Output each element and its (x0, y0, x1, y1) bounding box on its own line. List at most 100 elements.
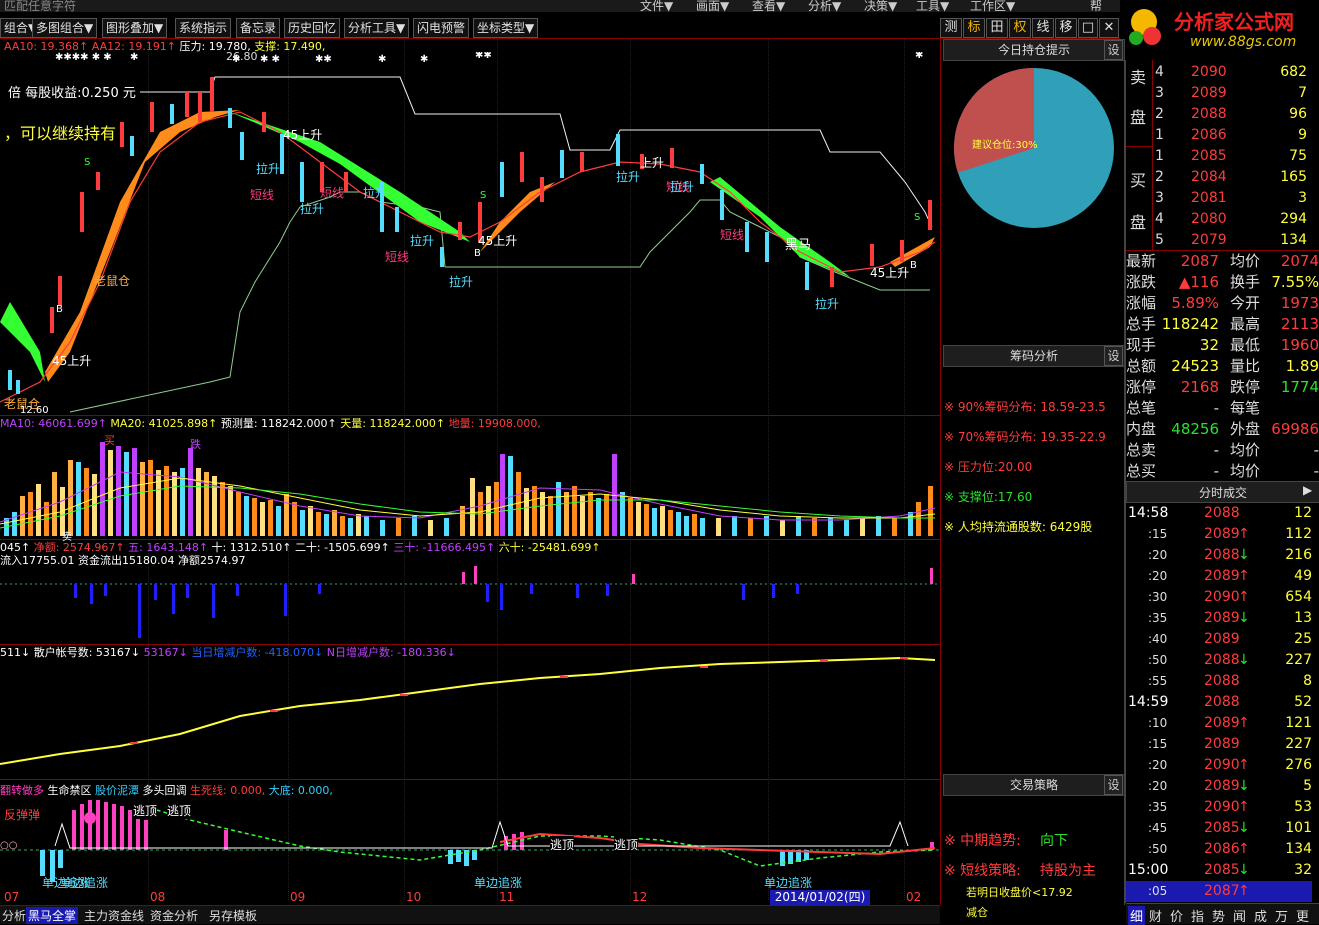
quote-value: 1960 (1280, 336, 1319, 354)
x-axis-label: 11 (499, 890, 515, 904)
tab-save-template[interactable]: 另存模板 (207, 907, 259, 924)
escape-top-label: 逃顶 (550, 836, 575, 853)
tick-row[interactable]: :30 2090 ↑ 654 (1126, 587, 1312, 608)
tick-row[interactable]: :50 2086 ↑ 134 (1126, 839, 1312, 860)
sell-row[interactable]: 3 2089 7 (1155, 83, 1315, 104)
menu-view[interactable]: 查看▼ (752, 0, 785, 12)
quote-row: 涨停 2168 跌停 1774 (1126, 377, 1319, 398)
tick-row[interactable]: :50 2088 ↓ 227 (1126, 650, 1312, 671)
multi-chart-button[interactable]: 多图组合▼ (32, 18, 98, 38)
tick-row[interactable]: 15:00 2085 ↓ 32 (1126, 860, 1312, 881)
sell-row[interactable]: 4 2090 682 (1155, 62, 1315, 83)
sell-level: 3 (1155, 85, 1164, 101)
tick-row[interactable]: :35 2090 ↑ 53 (1126, 797, 1312, 818)
window-button[interactable]: □ (1078, 18, 1098, 38)
tick-volume: 5 (1303, 778, 1312, 794)
tick-row[interactable]: :20 2089 ↓ 5 (1126, 776, 1312, 797)
right-tab-5[interactable]: 闻 (1233, 906, 1246, 925)
buy-volume: 134 (1280, 232, 1307, 248)
tick-row[interactable]: :45 2085 ↓ 101 (1126, 818, 1312, 839)
menu-help[interactable]: 帮 (1090, 0, 1102, 12)
tab-dark-horse[interactable]: 黑马全掌 (26, 907, 79, 924)
buy-row[interactable]: 1 2085 75 (1155, 146, 1315, 167)
memo-button[interactable]: 备忘录 (236, 18, 281, 38)
tick-row[interactable]: :20 2089 ↑ 49 (1126, 566, 1312, 587)
chip-settings-button[interactable]: 设 (1104, 346, 1123, 366)
tick-time: :40 (1148, 632, 1168, 646)
tick-row[interactable]: :20 2090 ↑ 276 (1126, 755, 1312, 776)
tab-analysis[interactable]: 分析 (0, 907, 28, 924)
strategy-settings-button[interactable]: 设 (1104, 775, 1123, 795)
sell-row[interactable]: 2 2088 96 (1155, 104, 1315, 125)
annotation-label: S (84, 157, 91, 168)
low-price-label: 12.60 (20, 405, 49, 416)
overlay-button[interactable]: 图形叠加▼ (102, 18, 168, 38)
analysis-tools-button[interactable]: 分析工具▼ (344, 18, 410, 38)
tick-row[interactable]: :10 2089 ↑ 121 (1126, 713, 1312, 734)
bottom-tab-bar: 分析 黑马全掌 主力资金线 资金分析 另存模板 (0, 905, 940, 924)
tab-main-capital[interactable]: 主力资金线 (82, 907, 146, 924)
tick-row[interactable]: :05 2087 ↑ (1126, 881, 1312, 902)
tick-row[interactable]: 14:58 2088 12 (1126, 503, 1312, 524)
menu-file[interactable]: 文件▼ (640, 0, 673, 12)
rights-button[interactable]: 权 (1009, 18, 1031, 38)
right-tab-6[interactable]: 成 (1254, 906, 1267, 925)
quote-row: 总买 - 均价 - (1126, 461, 1319, 482)
tick-volume: 12 (1294, 505, 1312, 521)
right-tab-2[interactable]: 价 (1170, 906, 1183, 925)
ticks-header: 分时成交 ▶ (1126, 481, 1319, 503)
tick-row[interactable]: :40 2089 25 (1126, 629, 1312, 650)
hold-settings-button[interactable]: 设 (1104, 40, 1123, 60)
ticks-toggle-icon[interactable]: ▶ (1303, 483, 1312, 497)
menu-decision[interactable]: 决策▼ (864, 0, 897, 12)
volume-indicator-line: MA10: 46061.699↑ MA20: 41025.898↑ 预测量: 1… (0, 417, 541, 431)
close-icon[interactable]: ✕ (1099, 18, 1119, 38)
tick-row[interactable]: :15 2089 ↑ 112 (1126, 524, 1312, 545)
right-tab-1[interactable]: 财 (1149, 906, 1162, 925)
tick-time: :35 (1148, 611, 1168, 625)
axis-type-button[interactable]: 坐标类型▼ (473, 18, 539, 38)
buy-level: 1 (1155, 148, 1164, 164)
tick-row[interactable]: :15 2089 227 (1126, 734, 1312, 755)
tick-volume: 101 (1285, 820, 1312, 836)
svg-text:✱✱✱✱ ✱ ✱: ✱✱✱✱ ✱ ✱ (55, 52, 112, 63)
menu-analysis[interactable]: 分析▼ (808, 0, 841, 12)
buy-row[interactable]: 2 2084 165 (1155, 167, 1315, 188)
right-tab-7[interactable]: 万 (1275, 906, 1288, 925)
buy-row[interactable]: 5 2079 134 (1155, 230, 1315, 251)
flash-alert-button[interactable]: 闪电预警 (413, 18, 470, 38)
short-strategy-key: ※ 短线策略: (944, 863, 1021, 879)
menu-screen[interactable]: 画面▼ (696, 0, 729, 12)
search-hint[interactable]: 匹配任意字符 (4, 0, 76, 12)
grid-button[interactable]: 田 (986, 18, 1008, 38)
right-tab-4[interactable]: 势 (1212, 906, 1225, 925)
annotation-label: 短线 (250, 188, 275, 202)
up-arrow-icon: ↑ (1238, 715, 1250, 731)
tick-row[interactable]: :20 2088 ↓ 216 (1126, 545, 1312, 566)
mark-button[interactable]: 标 (963, 18, 985, 38)
ma10-label: MA10: 46061.699↑ (0, 417, 107, 430)
tab-capital-analysis[interactable]: 资金分析 (148, 907, 200, 924)
quote-key: 最低 (1230, 336, 1261, 354)
history-button[interactable]: 历史回忆 (284, 18, 341, 38)
menu-tools[interactable]: 工具▼ (916, 0, 949, 12)
tick-row[interactable]: :35 2089 ↓ 13 (1126, 608, 1312, 629)
menu-workspace[interactable]: 工作区▼ (970, 0, 1015, 12)
tick-row[interactable]: :55 2088 8 (1126, 671, 1312, 692)
system-indicator-button[interactable]: 系统指示 (175, 18, 232, 38)
down-arrow-icon: ↓ (1238, 862, 1250, 878)
buy-row[interactable]: 3 2081 3 (1155, 188, 1315, 209)
buy-row[interactable]: 4 2080 294 (1155, 209, 1315, 230)
right-tab-8[interactable]: 更 (1296, 906, 1309, 925)
right-tab-3[interactable]: 指 (1191, 906, 1204, 925)
tick-time: :50 (1148, 653, 1168, 667)
tick-time: :55 (1148, 674, 1168, 688)
sell-row[interactable]: 1 2086 9 (1155, 125, 1315, 146)
right-tab-0[interactable]: 细 (1128, 906, 1146, 925)
quote-value: 118242 (1161, 315, 1219, 333)
tick-row[interactable]: 14:59 2088 52 (1126, 692, 1312, 713)
line-button[interactable]: 线 (1032, 18, 1054, 38)
measure-button[interactable]: 测 (940, 18, 962, 38)
annotation-label: 短线 (385, 250, 410, 264)
move-button[interactable]: 移 (1055, 18, 1077, 38)
